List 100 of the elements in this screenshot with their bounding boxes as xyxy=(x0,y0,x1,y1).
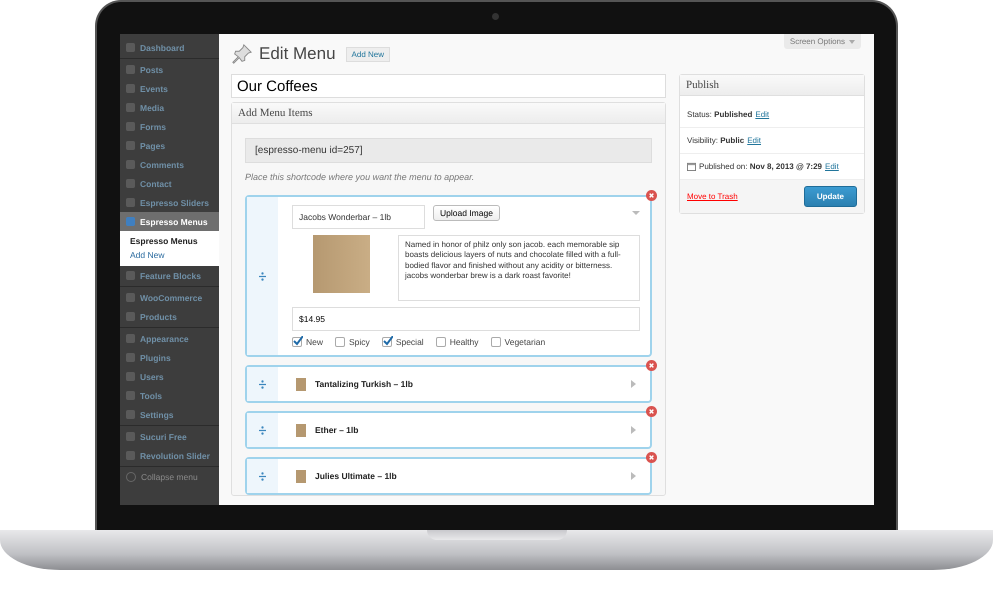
calendar-icon xyxy=(687,162,696,171)
caret-icon[interactable] xyxy=(631,426,636,434)
edit-link[interactable]: Edit xyxy=(825,162,839,171)
panel-heading: Add Menu Items xyxy=(232,103,665,124)
checkbox-label: Vegetarian xyxy=(504,337,546,347)
square-icon xyxy=(126,312,135,321)
photo-placeholder xyxy=(296,424,306,436)
square-icon xyxy=(126,271,135,280)
square-icon xyxy=(126,65,135,74)
square-icon xyxy=(126,141,135,150)
checkbox[interactable] xyxy=(292,337,302,347)
status-text: Status: Published xyxy=(687,110,752,119)
update-button[interactable]: Update xyxy=(804,186,857,207)
menu-item-name: Ether – 1lb xyxy=(315,425,358,435)
sidebar-item[interactable]: Events xyxy=(120,79,219,98)
square-icon xyxy=(126,391,135,400)
price-field[interactable]: $14.95 xyxy=(292,307,640,331)
description-field[interactable]: Named in honor of philz only son jacob. each memorable sip boasts delicious layers of nuts and chocolate filled with a full-bodied flavor and finished without any acidity or bitterness. jacobs wonderbar brew is a dark roast favorite! xyxy=(398,235,640,301)
square-icon xyxy=(126,372,135,381)
checkbox-label: Spicy xyxy=(349,337,370,347)
photo-placeholder xyxy=(313,235,370,293)
checkbox[interactable] xyxy=(382,337,392,347)
remove-icon[interactable] xyxy=(646,360,657,371)
published-date-text: Published on: Nov 8, 2013 @ 7:29 xyxy=(699,162,822,171)
page-title: Edit Menu xyxy=(259,44,336,64)
square-icon xyxy=(126,84,135,93)
caret-icon[interactable] xyxy=(631,380,636,388)
sidebar-item[interactable]: WooCommerce xyxy=(120,288,219,307)
remove-icon[interactable] xyxy=(646,406,657,417)
checkbox-label: Healthy xyxy=(450,337,479,347)
sidebar-item[interactable]: Revolution Slider xyxy=(120,446,219,465)
square-icon xyxy=(126,103,135,112)
edit-link[interactable]: Edit xyxy=(747,136,762,145)
sidebar-item[interactable]: Dashboard xyxy=(120,38,219,57)
caret-icon[interactable] xyxy=(631,472,636,480)
sidebar-item[interactable]: Plugins xyxy=(120,348,219,367)
divide-icon xyxy=(259,380,266,388)
sidebar-item[interactable]: Espresso Sliders xyxy=(120,193,219,212)
sidebar-item[interactable]: Appearance xyxy=(120,329,219,348)
square-icon xyxy=(126,198,135,207)
checkbox[interactable] xyxy=(490,337,501,347)
sidebar-item[interactable]: Forms xyxy=(120,117,219,136)
caret-icon xyxy=(849,40,855,44)
collapse-menu-link[interactable]: Collapse menu xyxy=(120,467,219,486)
square-icon xyxy=(126,410,135,419)
submenu-item[interactable]: Espresso Menus xyxy=(120,234,219,248)
sidebar-item[interactable]: Tools xyxy=(120,386,219,405)
square-icon xyxy=(126,179,135,188)
camera-icon xyxy=(492,13,499,20)
sidebar-item[interactable]: Settings xyxy=(120,405,219,424)
drag-handle[interactable] xyxy=(247,413,278,447)
drag-handle[interactable] xyxy=(247,197,278,355)
checkbox[interactable] xyxy=(436,337,446,347)
panel-heading: Publish xyxy=(680,75,864,96)
sidebar-item[interactable]: Espresso Menus xyxy=(120,212,219,231)
upload-image-button[interactable]: Upload Image xyxy=(433,205,500,221)
item-name-field[interactable]: Jacobs Wonderbar – 1lb xyxy=(292,205,425,229)
drag-handle[interactable] xyxy=(247,367,278,401)
square-icon xyxy=(126,293,135,302)
sidebar-item[interactable]: Media xyxy=(120,98,219,117)
square-icon xyxy=(126,432,135,441)
shortcode-field[interactable]: [espresso-menu id=257] xyxy=(245,138,652,163)
square-icon xyxy=(126,43,135,52)
divide-icon xyxy=(259,426,266,434)
checkbox-label: Special xyxy=(396,337,424,347)
move-to-trash-link[interactable]: Move to Trash xyxy=(687,192,738,201)
visibility-text: Visibility: Public xyxy=(687,136,744,145)
divide-icon xyxy=(259,272,266,280)
sidebar-item[interactable]: Feature Blocks xyxy=(120,266,219,285)
square-icon xyxy=(126,122,135,131)
screen-options-tab[interactable]: Screen Options xyxy=(784,34,861,49)
remove-icon[interactable] xyxy=(646,190,657,201)
sidebar-item[interactable]: Contact xyxy=(120,174,219,193)
square-icon xyxy=(126,334,135,343)
add-new-button[interactable]: Add New xyxy=(346,46,390,62)
sidebar-item[interactable]: Comments xyxy=(120,155,219,174)
photo-placeholder xyxy=(296,470,306,482)
menu-item-name: Tantalizing Turkish – 1lb xyxy=(315,379,413,389)
pushpin-icon xyxy=(231,43,253,65)
sidebar-item[interactable]: Posts xyxy=(120,60,219,79)
square-icon xyxy=(126,353,135,362)
sidebar-item[interactable]: Products xyxy=(120,307,219,326)
shortcode-hint: Place this shortcode where you want the menu to appear. xyxy=(245,172,476,182)
divide-icon xyxy=(259,472,266,480)
drag-handle[interactable] xyxy=(247,459,278,493)
edit-link[interactable]: Edit xyxy=(755,110,770,119)
caret-icon[interactable] xyxy=(632,211,640,215)
sidebar-item[interactable]: Users xyxy=(120,367,219,386)
remove-icon[interactable] xyxy=(646,452,657,463)
checkbox-label: New xyxy=(306,337,324,347)
menu-title-field[interactable]: Our Coffees xyxy=(231,74,666,98)
checkbox[interactable] xyxy=(335,337,346,347)
square-icon xyxy=(126,217,135,226)
photo-placeholder xyxy=(296,378,306,390)
sidebar-item[interactable]: Sucuri Free xyxy=(120,427,219,446)
sidebar-item[interactable]: Pages xyxy=(120,136,219,155)
menu-item-name: Julies Ultimate – 1lb xyxy=(315,471,397,481)
square-icon xyxy=(126,451,135,460)
submenu-item[interactable]: Add New xyxy=(120,248,219,262)
square-icon xyxy=(126,160,135,169)
